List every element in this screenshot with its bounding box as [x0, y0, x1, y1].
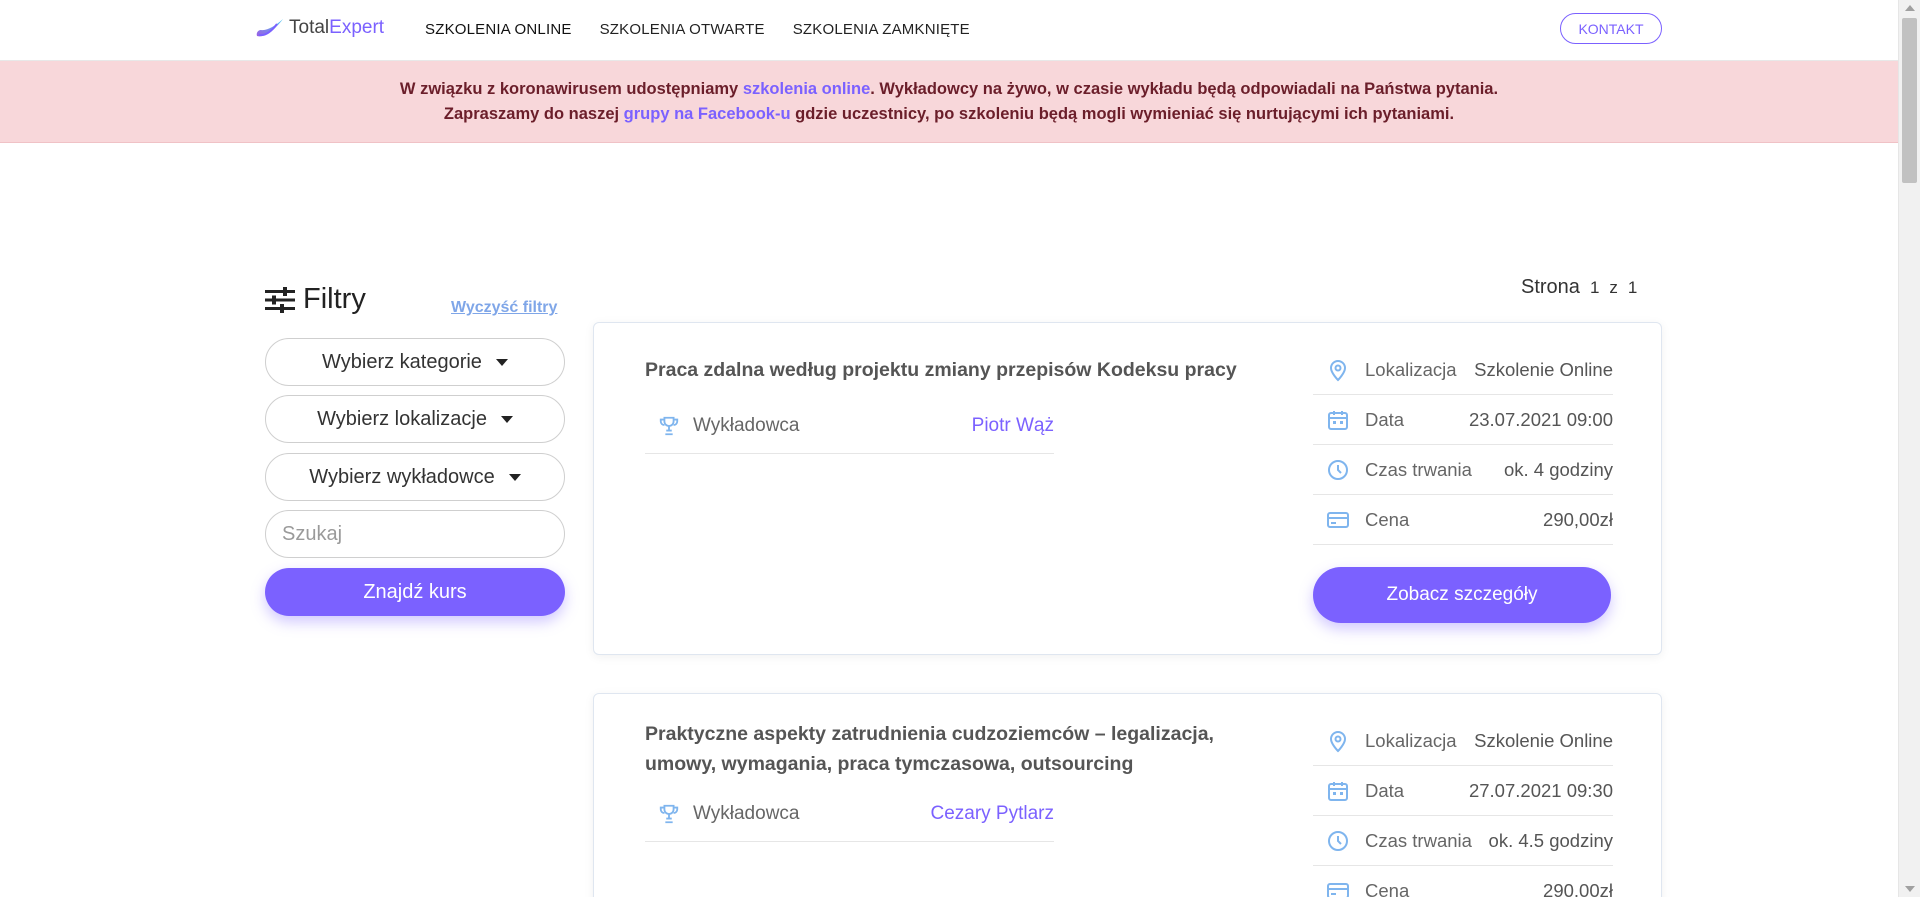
course-card: Praca zdalna według projektu zmiany prze…: [593, 322, 1662, 655]
price-value: 290,00zł: [1543, 508, 1613, 530]
trophy-icon: [659, 804, 679, 824]
location-label: Lokalizacja: [1365, 358, 1457, 380]
alert-line-1: W związku z koronawirusem udostępniamy s…: [0, 77, 1898, 102]
lecturer-dropdown-label: Wybierz wykładowce: [309, 465, 495, 488]
duration-label: Czas trwania: [1365, 829, 1472, 851]
info-row-location: Lokalizacja Szkolenie Online: [1313, 345, 1613, 395]
info-row-date: Data 23.07.2021 09:00: [1313, 395, 1613, 445]
alert-text: . Wykładowcy na żywo, w czasie wykładu b…: [870, 80, 1499, 98]
lecturer-row: Wykładowca Piotr Wąż: [645, 399, 1054, 454]
alert-text: W związku z koronawirusem udostępniamy: [399, 80, 743, 98]
nav-szkolenia-zamkniete[interactable]: SZKOLENIA ZAMKNIĘTE: [793, 21, 970, 38]
caret-down-icon: [500, 415, 513, 423]
info-row-date: Data 27.07.2021 09:30: [1313, 766, 1613, 816]
scroll-down-arrow-icon[interactable]: [1905, 886, 1915, 892]
category-dropdown[interactable]: Wybierz kategorie: [265, 338, 565, 386]
pagination-label: Strona: [1521, 276, 1580, 298]
lecturer-dropdown[interactable]: Wybierz wykładowce: [265, 453, 565, 501]
filters-heading: Filtry: [265, 283, 366, 316]
alert-line-2: Zapraszamy do naszej grupy na Facebook-u…: [0, 102, 1898, 127]
nav-szkolenia-online[interactable]: SZKOLENIA ONLINE: [425, 21, 572, 38]
alert-text: gdzie uczestnicy, po szkoleniu będą mogl…: [790, 105, 1455, 123]
search-input[interactable]: [265, 510, 565, 558]
duration-value: ok. 4.5 godziny: [1488, 829, 1613, 851]
course-info-list: Lokalizacja Szkolenie Online Data 27.07.…: [1313, 716, 1613, 897]
price-value: 290,00zł: [1543, 879, 1613, 897]
location-dropdown-label: Wybierz lokalizacje: [317, 407, 487, 430]
date-value: 27.07.2021 09:30: [1468, 779, 1613, 801]
credit-card-icon: [1327, 882, 1349, 897]
location-dropdown[interactable]: Wybierz lokalizacje: [265, 395, 565, 443]
info-row-duration: Czas trwania ok. 4 godziny: [1313, 445, 1613, 495]
logo[interactable]: TotalExpert: [255, 16, 384, 40]
location-pin-icon: [1329, 730, 1347, 752]
calendar-icon: [1328, 781, 1348, 801]
course-title[interactable]: Praktyczne aspekty zatrudnienia cudzozie…: [645, 719, 1245, 779]
logo-swoosh-icon: [256, 19, 283, 37]
lecturer-label: Wykładowca: [693, 803, 800, 824]
scrollbar-thumb[interactable]: [1902, 18, 1917, 183]
location-pin-icon: [1329, 359, 1347, 381]
pagination-separator: z: [1609, 278, 1618, 297]
clear-filters-link[interactable]: Wyczyść filtry: [451, 299, 557, 317]
lecturer-label: Wykładowca: [693, 415, 800, 436]
caret-down-icon: [508, 473, 521, 481]
clock-icon: [1328, 459, 1348, 480]
filters-sliders-icon: [265, 286, 295, 313]
find-course-button[interactable]: Znajdź kurs: [265, 568, 565, 616]
page-scrollbar[interactable]: [1898, 0, 1920, 897]
calendar-icon: [1328, 410, 1348, 430]
date-value: 23.07.2021 09:00: [1468, 408, 1613, 430]
credit-card-icon: [1327, 511, 1349, 528]
logo-text: TotalExpert: [289, 17, 385, 38]
main-nav: SZKOLENIA ONLINE SZKOLENIA OTWARTE SZKOL…: [425, 21, 970, 38]
info-row-price: Cena 290,00zł: [1313, 866, 1613, 897]
date-label: Data: [1365, 408, 1405, 430]
course-info-list: Lokalizacja Szkolenie Online Data 23.07.…: [1313, 345, 1613, 545]
duration-value: ok. 4 godziny: [1503, 458, 1613, 480]
trophy-icon: [659, 416, 679, 436]
top-navbar: TotalExpert SZKOLENIA ONLINE SZKOLENIA O…: [0, 0, 1898, 61]
date-label: Data: [1365, 779, 1405, 801]
lecturer-name-link[interactable]: Cezary Pytlarz: [930, 803, 1054, 825]
pagination: Strona 1 z 1: [1521, 276, 1637, 299]
location-value: Szkolenie Online: [1474, 729, 1613, 751]
facebook-group-link[interactable]: grupy na Facebook-u: [624, 105, 791, 123]
contact-button[interactable]: KONTAKT: [1560, 13, 1662, 44]
location-value: Szkolenie Online: [1474, 358, 1613, 380]
filters-title: Filtry: [303, 283, 366, 315]
pagination-total[interactable]: 1: [1628, 278, 1637, 298]
price-label: Cena: [1365, 508, 1410, 530]
info-row-location: Lokalizacja Szkolenie Online: [1313, 716, 1613, 766]
lecturer-name-link[interactable]: Piotr Wąż: [972, 415, 1054, 437]
price-label: Cena: [1365, 879, 1410, 897]
online-trainings-link[interactable]: szkolenia online: [743, 80, 870, 98]
caret-down-icon: [495, 358, 508, 366]
nav-szkolenia-otwarte[interactable]: SZKOLENIA OTWARTE: [600, 21, 765, 38]
scroll-up-arrow-icon[interactable]: [1905, 5, 1915, 11]
covid-alert-banner: W związku z koronawirusem udostępniamy s…: [0, 61, 1898, 143]
course-card: Praktyczne aspekty zatrudnienia cudzozie…: [593, 693, 1662, 897]
info-row-duration: Czas trwania ok. 4.5 godziny: [1313, 816, 1613, 866]
course-title[interactable]: Praca zdalna według projektu zmiany prze…: [645, 355, 1245, 385]
location-label: Lokalizacja: [1365, 729, 1457, 751]
category-dropdown-label: Wybierz kategorie: [322, 350, 482, 373]
see-details-button[interactable]: Zobacz szczegóły: [1313, 567, 1611, 623]
info-row-price: Cena 290,00zł: [1313, 495, 1613, 545]
pagination-current: 1: [1589, 278, 1600, 297]
duration-label: Czas trwania: [1365, 458, 1472, 480]
lecturer-row: Wykładowca Cezary Pytlarz: [645, 787, 1054, 842]
clock-icon: [1328, 830, 1348, 851]
alert-text: Zapraszamy do naszej: [443, 105, 624, 123]
